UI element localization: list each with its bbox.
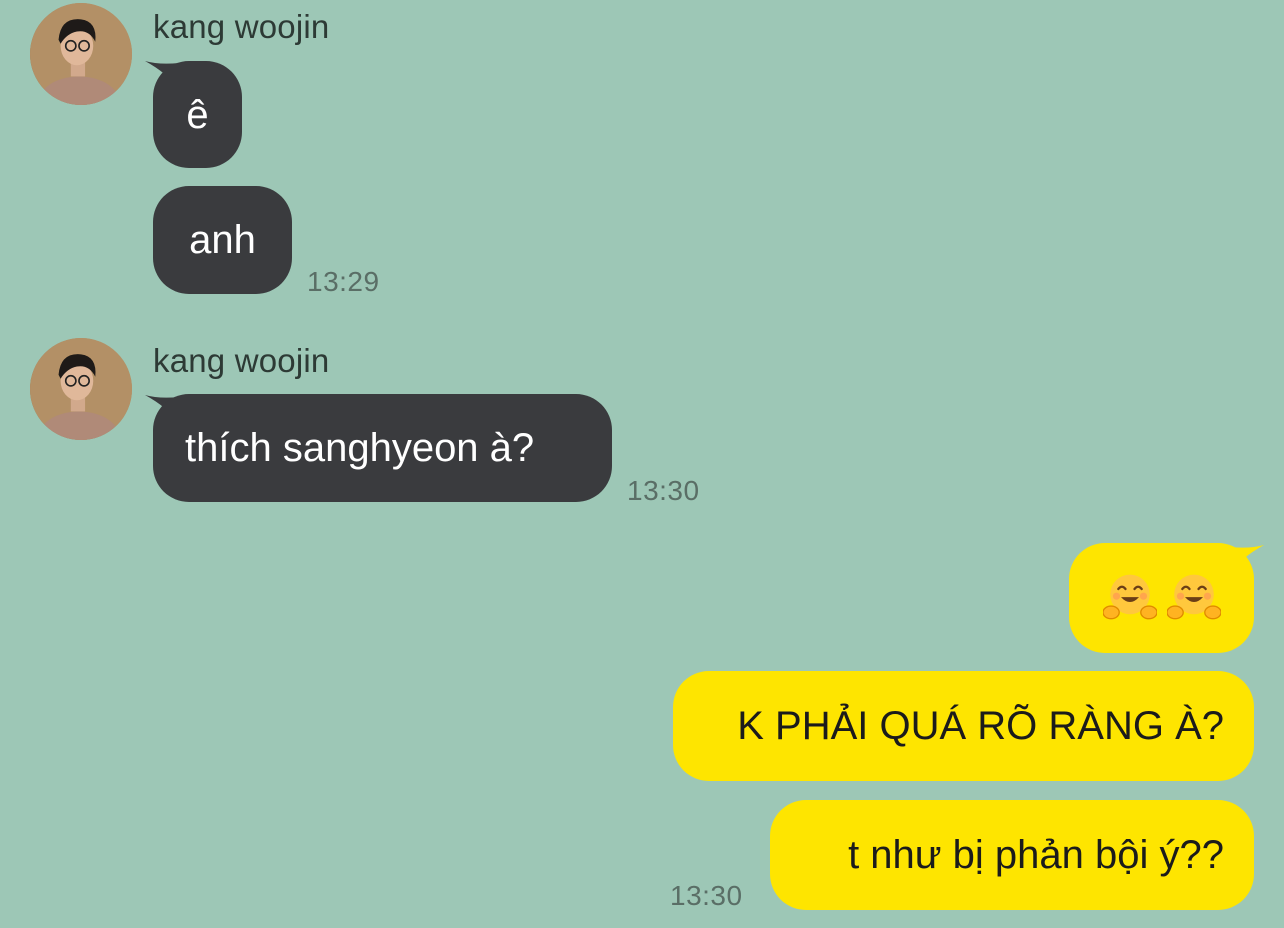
message-bubble[interactable]: t như bị phản bội ý?? xyxy=(770,800,1254,910)
message-timestamp: 13:30 xyxy=(670,880,743,911)
sender-name: kang woojin xyxy=(153,342,330,379)
message-bubble[interactable]: anh xyxy=(153,186,292,294)
message-bubble[interactable]: thích sanghyeon à? xyxy=(153,394,612,502)
message-text: thích sanghyeon à? xyxy=(185,426,535,470)
sender-name: kang woojin xyxy=(153,8,330,45)
message-text: anh xyxy=(189,218,256,262)
message-text: t như bị phản bội ý?? xyxy=(848,833,1224,877)
message-text: ê xyxy=(186,92,209,137)
message-bubble[interactable]: ê xyxy=(153,61,242,168)
message-timestamp: 13:29 xyxy=(307,266,380,297)
sender-avatar[interactable] xyxy=(30,3,132,105)
hugging-face-emoji-icon xyxy=(1166,571,1221,625)
sender-avatar[interactable] xyxy=(30,338,132,440)
profile-photo-icon xyxy=(30,338,132,440)
message-timestamp: 13:30 xyxy=(627,475,700,506)
message-text: K PHẢI QUÁ RÕ RÀNG À? xyxy=(737,704,1224,748)
message-bubble[interactable]: K PHẢI QUÁ RÕ RÀNG À? xyxy=(673,671,1254,781)
hugging-face-emoji-icon xyxy=(1102,571,1157,625)
profile-photo-icon xyxy=(30,3,132,105)
emoji-message-bubble[interactable] xyxy=(1069,543,1254,653)
